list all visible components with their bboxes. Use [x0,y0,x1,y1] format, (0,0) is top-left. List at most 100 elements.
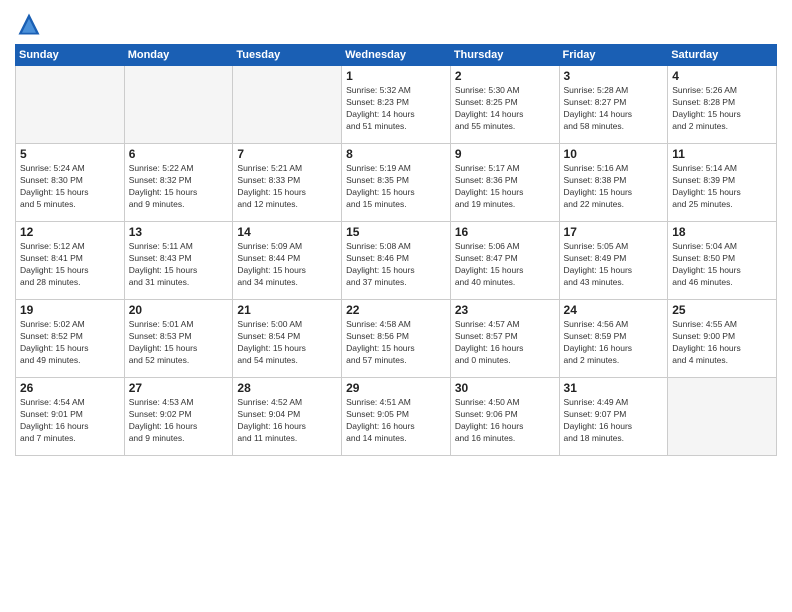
calendar-cell: 28 Sunrise: 4:52 AM Sunset: 9:04 PM Dayli… [233,378,342,456]
calendar-cell [16,66,125,144]
calendar-cell: 14 Sunrise: 5:09 AM Sunset: 8:44 PM Dayli… [233,222,342,300]
day-number: 24 [564,303,664,317]
calendar-cell: 5 Sunrise: 5:24 AM Sunset: 8:30 PM Daylig… [16,144,125,222]
logo [15,10,47,38]
calendar-cell: 9Sunrise: 5:17 AM Sunset: 8:36 PM Daylig… [450,144,559,222]
calendar-cell: 19 Sunrise: 5:02 AM Sunset: 8:52 PM Dayli… [16,300,125,378]
day-number: 16 [455,225,555,239]
day-number: 22 [346,303,446,317]
calendar-cell: 21Sunrise: 5:00 AM Sunset: 8:54 PM Dayli… [233,300,342,378]
header-sunday: Sunday [16,45,125,66]
header-friday: Friday [559,45,668,66]
day-number: 17 [564,225,664,239]
calendar-cell: 16 Sunrise: 5:06 AM Sunset: 8:47 PM Dayli… [450,222,559,300]
day-info: Sunrise: 5:17 AM Sunset: 8:36 PM Dayligh… [455,163,555,211]
header [15,10,777,38]
day-info: Sunrise: 5:14 AM Sunset: 8:39 PM Dayligh… [672,163,772,211]
day-number: 6 [129,147,229,161]
week-row-0: 1Sunrise: 5:32 AM Sunset: 8:23 PM Daylig… [16,66,777,144]
day-info: Sunrise: 5:02 AM Sunset: 8:52 PM Dayligh… [20,319,120,367]
week-row-1: 5 Sunrise: 5:24 AM Sunset: 8:30 PM Daylig… [16,144,777,222]
day-info: Sunrise: 5:04 AM Sunset: 8:50 PM Dayligh… [672,241,772,289]
day-info: Sunrise: 4:57 AM Sunset: 8:57 PM Dayligh… [455,319,555,367]
calendar-cell: 24 Sunrise: 4:56 AM Sunset: 8:59 PM Dayli… [559,300,668,378]
day-info: Sunrise: 5:26 AM Sunset: 8:28 PM Dayligh… [672,85,772,133]
calendar-cell: 31Sunrise: 4:49 AM Sunset: 9:07 PM Dayli… [559,378,668,456]
calendar-cell: 4 Sunrise: 5:26 AM Sunset: 8:28 PM Daylig… [668,66,777,144]
day-info: Sunrise: 5:28 AM Sunset: 8:27 PM Dayligh… [564,85,664,133]
day-number: 28 [237,381,337,395]
day-info: Sunrise: 5:06 AM Sunset: 8:47 PM Dayligh… [455,241,555,289]
day-info: Sunrise: 5:30 AM Sunset: 8:25 PM Dayligh… [455,85,555,133]
calendar: SundayMondayTuesdayWednesdayThursdayFrid… [15,44,777,456]
day-info: Sunrise: 5:11 AM Sunset: 8:43 PM Dayligh… [129,241,229,289]
day-info: Sunrise: 5:16 AM Sunset: 8:38 PM Dayligh… [564,163,664,211]
day-number: 7 [237,147,337,161]
day-info: Sunrise: 5:09 AM Sunset: 8:44 PM Dayligh… [237,241,337,289]
calendar-cell: 10Sunrise: 5:16 AM Sunset: 8:38 PM Dayli… [559,144,668,222]
day-number: 19 [20,303,120,317]
day-info: Sunrise: 4:52 AM Sunset: 9:04 PM Dayligh… [237,397,337,445]
calendar-cell: 26Sunrise: 4:54 AM Sunset: 9:01 PM Dayli… [16,378,125,456]
calendar-cell: 15 Sunrise: 5:08 AM Sunset: 8:46 PM Dayli… [342,222,451,300]
day-number: 13 [129,225,229,239]
day-info: Sunrise: 5:32 AM Sunset: 8:23 PM Dayligh… [346,85,446,133]
day-info: Sunrise: 5:19 AM Sunset: 8:35 PM Dayligh… [346,163,446,211]
calendar-cell: 22 Sunrise: 4:58 AM Sunset: 8:56 PM Dayli… [342,300,451,378]
logo-icon [15,10,43,38]
day-number: 20 [129,303,229,317]
page: SundayMondayTuesdayWednesdayThursdayFrid… [0,0,792,612]
day-info: Sunrise: 4:53 AM Sunset: 9:02 PM Dayligh… [129,397,229,445]
day-info: Sunrise: 5:21 AM Sunset: 8:33 PM Dayligh… [237,163,337,211]
header-wednesday: Wednesday [342,45,451,66]
day-number: 14 [237,225,337,239]
calendar-cell: 20 Sunrise: 5:01 AM Sunset: 8:53 PM Dayli… [124,300,233,378]
day-info: Sunrise: 4:55 AM Sunset: 9:00 PM Dayligh… [672,319,772,367]
calendar-cell [124,66,233,144]
day-number: 26 [20,381,120,395]
day-info: Sunrise: 4:50 AM Sunset: 9:06 PM Dayligh… [455,397,555,445]
day-number: 4 [672,69,772,83]
day-number: 11 [672,147,772,161]
day-info: Sunrise: 4:51 AM Sunset: 9:05 PM Dayligh… [346,397,446,445]
day-number: 31 [564,381,664,395]
day-number: 5 [20,147,120,161]
calendar-cell: 7 Sunrise: 5:21 AM Sunset: 8:33 PM Daylig… [233,144,342,222]
calendar-cell: 29 Sunrise: 4:51 AM Sunset: 9:05 PM Dayli… [342,378,451,456]
day-number: 15 [346,225,446,239]
header-monday: Monday [124,45,233,66]
day-number: 21 [237,303,337,317]
calendar-cell: 23Sunrise: 4:57 AM Sunset: 8:57 PM Dayli… [450,300,559,378]
day-info: Sunrise: 5:24 AM Sunset: 8:30 PM Dayligh… [20,163,120,211]
day-number: 2 [455,69,555,83]
calendar-cell: 27 Sunrise: 4:53 AM Sunset: 9:02 PM Dayli… [124,378,233,456]
week-row-2: 12Sunrise: 5:12 AM Sunset: 8:41 PM Dayli… [16,222,777,300]
calendar-cell: 2 Sunrise: 5:30 AM Sunset: 8:25 PM Daylig… [450,66,559,144]
week-row-3: 19 Sunrise: 5:02 AM Sunset: 8:52 PM Dayli… [16,300,777,378]
calendar-cell: 8Sunrise: 5:19 AM Sunset: 8:35 PM Daylig… [342,144,451,222]
calendar-cell: 12Sunrise: 5:12 AM Sunset: 8:41 PM Dayli… [16,222,125,300]
day-info: Sunrise: 5:08 AM Sunset: 8:46 PM Dayligh… [346,241,446,289]
calendar-cell: 25Sunrise: 4:55 AM Sunset: 9:00 PM Dayli… [668,300,777,378]
day-info: Sunrise: 4:56 AM Sunset: 8:59 PM Dayligh… [564,319,664,367]
calendar-header-row: SundayMondayTuesdayWednesdayThursdayFrid… [16,45,777,66]
day-info: Sunrise: 5:05 AM Sunset: 8:49 PM Dayligh… [564,241,664,289]
day-info: Sunrise: 4:58 AM Sunset: 8:56 PM Dayligh… [346,319,446,367]
calendar-cell: 1Sunrise: 5:32 AM Sunset: 8:23 PM Daylig… [342,66,451,144]
day-number: 12 [20,225,120,239]
calendar-cell: 13 Sunrise: 5:11 AM Sunset: 8:43 PM Dayli… [124,222,233,300]
day-number: 18 [672,225,772,239]
day-number: 3 [564,69,664,83]
calendar-cell: 17 Sunrise: 5:05 AM Sunset: 8:49 PM Dayli… [559,222,668,300]
calendar-cell: 11 Sunrise: 5:14 AM Sunset: 8:39 PM Dayli… [668,144,777,222]
header-saturday: Saturday [668,45,777,66]
header-thursday: Thursday [450,45,559,66]
calendar-cell [668,378,777,456]
day-number: 27 [129,381,229,395]
calendar-cell: 6 Sunrise: 5:22 AM Sunset: 8:32 PM Daylig… [124,144,233,222]
day-info: Sunrise: 5:22 AM Sunset: 8:32 PM Dayligh… [129,163,229,211]
calendar-cell [233,66,342,144]
week-row-4: 26Sunrise: 4:54 AM Sunset: 9:01 PM Dayli… [16,378,777,456]
day-info: Sunrise: 5:01 AM Sunset: 8:53 PM Dayligh… [129,319,229,367]
day-number: 29 [346,381,446,395]
